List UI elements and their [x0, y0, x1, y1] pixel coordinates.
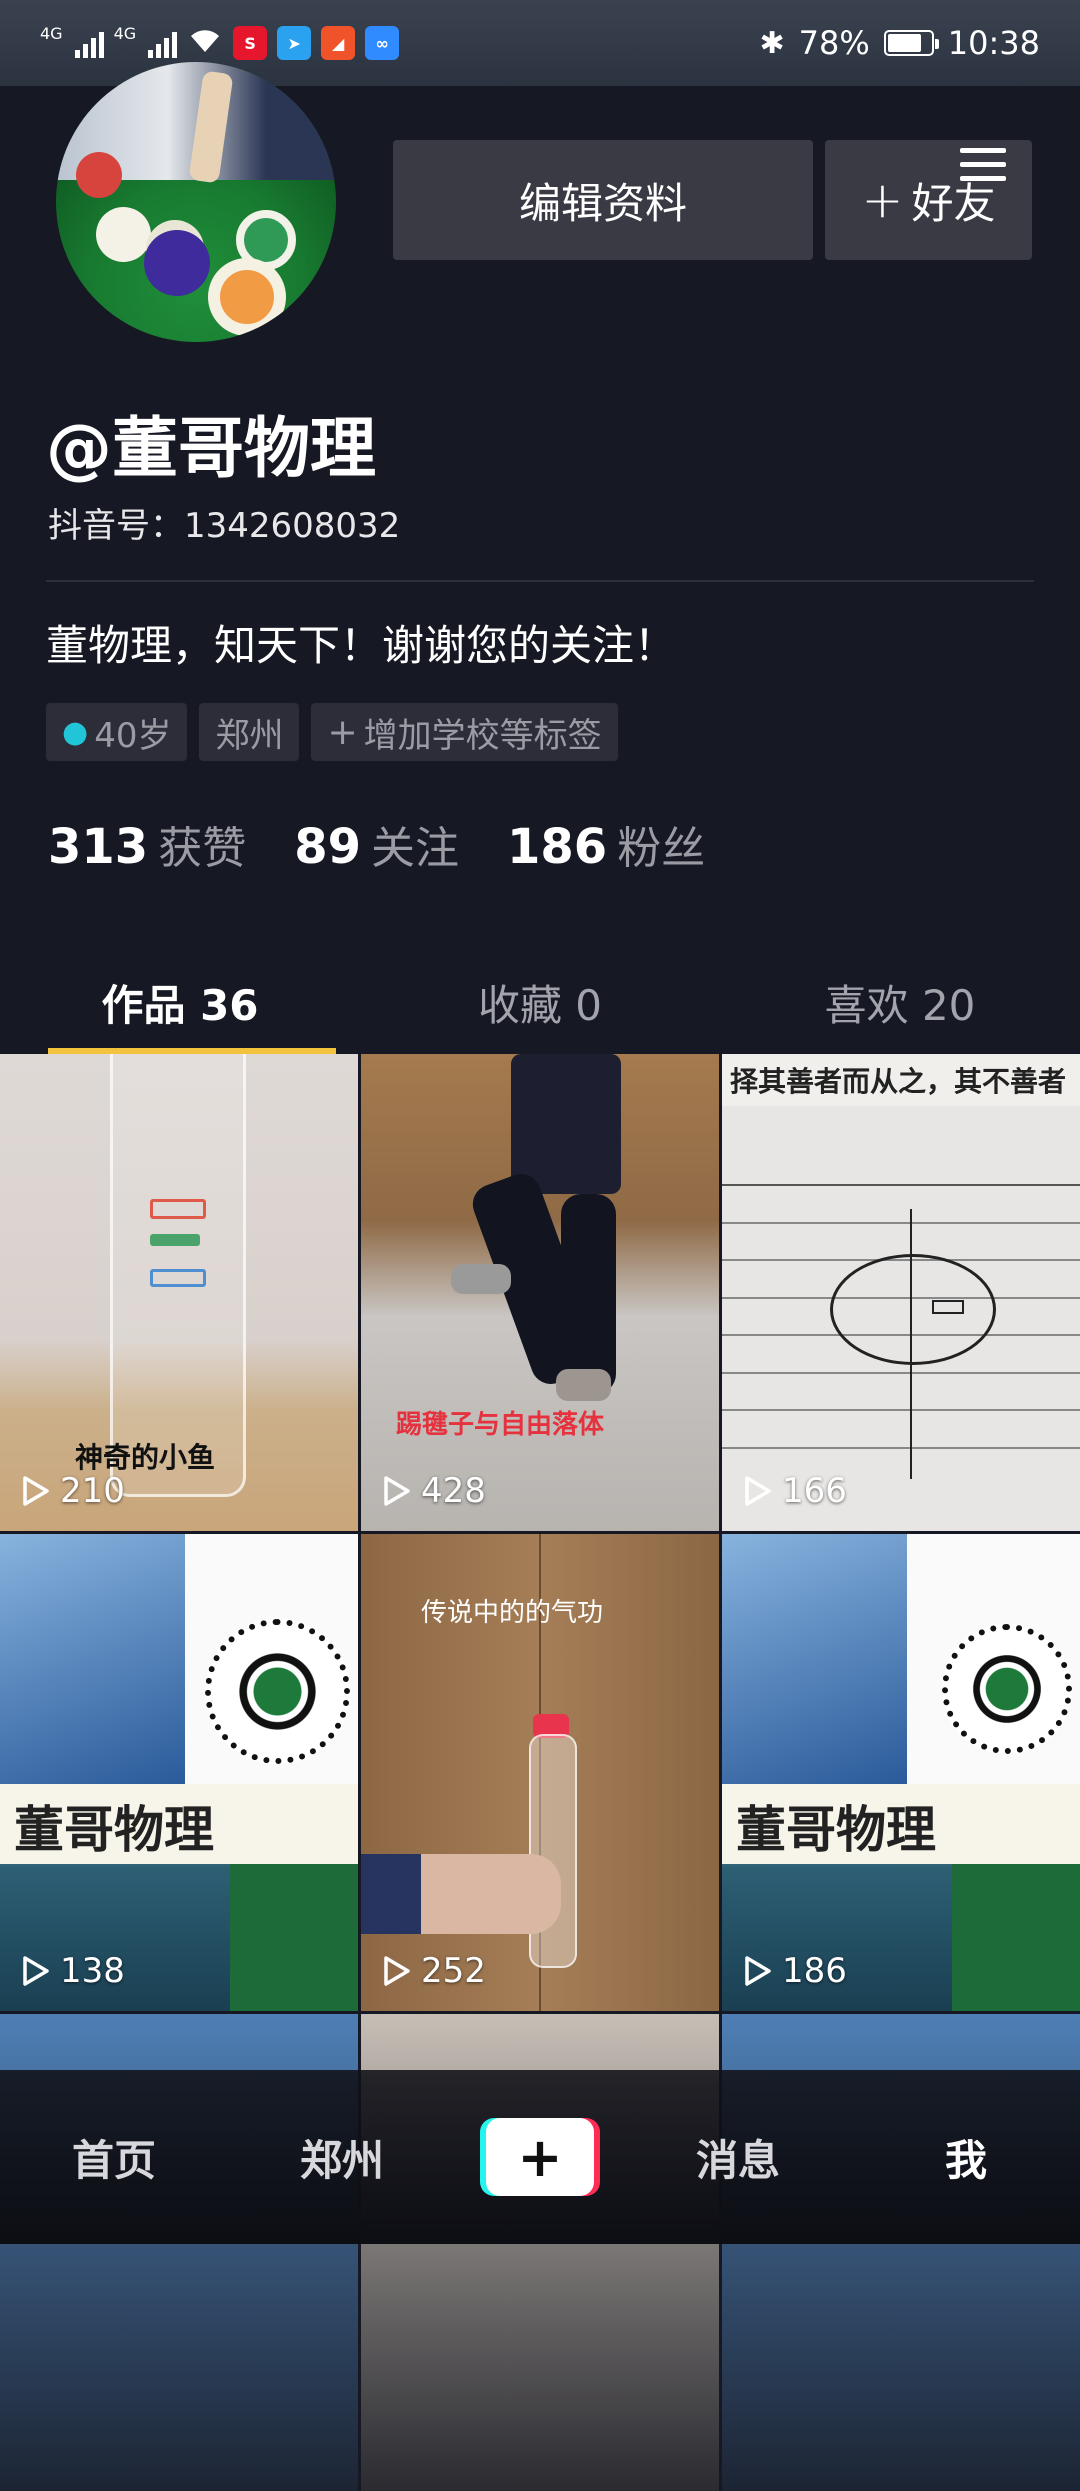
video-caption: 董哥物理 [736, 1801, 936, 1859]
play-count: 186 [740, 1951, 847, 1991]
tag-list: ● 40岁 郑州 + 增加学校等标签 [46, 703, 618, 761]
play-count: 210 [18, 1471, 125, 1511]
status-left: 4G 4G S ➤ ◢ ∞ [40, 24, 400, 62]
signal-icon [74, 28, 104, 58]
network-type-2: 4G [113, 24, 137, 43]
play-count-value: 186 [782, 1951, 847, 1991]
signal-icon-2 [148, 28, 178, 58]
person-icon: ● [62, 714, 89, 750]
followers-label: 粉丝 [617, 823, 706, 874]
following-stat[interactable]: 89 关注 [294, 812, 459, 876]
clock: 10:38 [947, 24, 1040, 62]
video-caption: 董哥物理 [14, 1801, 214, 1859]
nav-city[interactable]: 郑州 [252, 2127, 432, 2188]
play-count: 166 [740, 1471, 847, 1511]
video-grid: 神奇的小鱼 210 踢毽子与自由落体 428 择其善者而从之，其不善者 166 … [0, 1054, 1080, 2491]
video-thumbnail[interactable]: 董哥物理 186 [722, 1534, 1080, 2011]
play-icon [23, 1476, 49, 1506]
followers-stat[interactable]: 186 粉丝 [507, 812, 705, 876]
likes-label: 获赞 [158, 823, 247, 874]
edit-profile-label: 编辑资料 [518, 178, 687, 228]
play-icon [384, 1476, 410, 1506]
age-label: 40岁 [94, 715, 172, 756]
play-count-value: 166 [782, 1471, 847, 1511]
bottom-nav: 首页 郑州 + 消息 我 [0, 2070, 1080, 2244]
play-count: 252 [379, 1951, 486, 1991]
video-caption: 传说中的的气功 [421, 1598, 604, 1628]
city-label: 郑州 [215, 715, 284, 756]
send-icon: ◢ [321, 26, 356, 60]
wifi-icon [187, 24, 223, 62]
divider [46, 580, 1034, 582]
content-tabs: 作品 36 收藏 0 喜欢 20 [0, 952, 1080, 1054]
tab-favorites[interactable]: 收藏 0 [360, 952, 720, 1052]
menu-icon[interactable] [960, 148, 1006, 184]
age-tag: ● 40岁 [46, 703, 188, 761]
avatar[interactable] [56, 62, 336, 342]
douyin-id: 抖音号：1342608032 [48, 506, 401, 546]
nav-messages[interactable]: 消息 [648, 2127, 828, 2188]
nav-me[interactable]: 我 [876, 2127, 1056, 2188]
tab-works[interactable]: 作品 36 [0, 952, 360, 1054]
play-count-value: 210 [60, 1471, 125, 1511]
play-count-value: 428 [421, 1471, 486, 1511]
video-caption: 神奇的小鱼 [75, 1441, 216, 1474]
username: @董哥物理 [46, 410, 376, 487]
network-type-1: 4G [40, 24, 63, 43]
create-button[interactable]: + [480, 2118, 600, 2196]
plus-icon: + [861, 171, 904, 229]
battery-icon [883, 30, 939, 56]
plus-icon: + [486, 2118, 594, 2196]
video-thumbnail[interactable]: 董哥物理 138 [0, 1534, 358, 2011]
play-count-value: 252 [421, 1951, 486, 1991]
tab-likes[interactable]: 喜欢 20 [720, 952, 1080, 1052]
followers-count: 186 [507, 819, 608, 875]
following-label: 关注 [371, 823, 459, 874]
video-thumbnail[interactable]: 神奇的小鱼 210 [0, 1054, 358, 1531]
play-count: 428 [379, 1471, 486, 1511]
messenger-icon: ➤ [277, 26, 312, 60]
following-count: 89 [294, 819, 361, 875]
status-right: ✱ 78% 10:38 [760, 24, 1040, 62]
video-thumbnail[interactable]: 择其善者而从之，其不善者 166 [722, 1054, 1080, 1531]
play-icon [23, 1956, 49, 1986]
add-tag-label: 增加学校等标签 [363, 715, 602, 756]
weibo-icon: S [233, 26, 268, 60]
likes-count: 313 [48, 819, 149, 875]
battery-percent: 78% [798, 24, 870, 62]
edit-profile-button[interactable]: 编辑资料 [393, 140, 813, 260]
add-tag-button[interactable]: + 增加学校等标签 [311, 703, 618, 761]
play-icon [745, 1476, 771, 1506]
play-count: 138 [18, 1951, 125, 1991]
video-caption: 踢毽子与自由落体 [396, 1410, 605, 1440]
stats: 313 获赞 89 关注 186 粉丝 [48, 812, 705, 876]
video-thumbnail[interactable]: 传说中的的气功 252 [361, 1534, 719, 2011]
city-tag: 郑州 [199, 703, 300, 761]
likes-stat[interactable]: 313 获赞 [48, 812, 246, 876]
bluetooth-icon: ✱ [759, 25, 785, 61]
video-caption: 择其善者而从之，其不善者 [730, 1065, 1067, 1098]
plus-icon: + [327, 711, 358, 753]
infinity-icon: ∞ [365, 26, 400, 60]
play-icon [745, 1956, 771, 1986]
video-thumbnail[interactable]: 踢毽子与自由落体 428 [361, 1054, 719, 1531]
play-icon [384, 1956, 410, 1986]
play-count-value: 138 [60, 1951, 125, 1991]
nav-home[interactable]: 首页 [24, 2127, 204, 2188]
bio: 董物理，知天下！谢谢您的关注！ [46, 621, 677, 670]
